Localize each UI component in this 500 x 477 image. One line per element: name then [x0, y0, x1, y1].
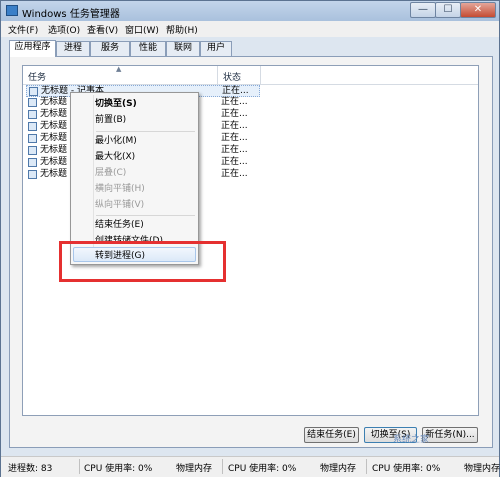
close-button[interactable]: ✕: [460, 2, 496, 18]
tab-applications[interactable]: 应用程序: [9, 40, 56, 57]
column-label-status: 状态: [223, 73, 242, 83]
window-icon: [28, 110, 37, 119]
window-icon: [28, 122, 37, 131]
column-header-status[interactable]: 状态: [218, 66, 261, 84]
status-separator: [79, 459, 80, 474]
status-bar: 进程数: 83 CPU 使用率: 0% 物理内存 CPU 使用率: 0% 物理内…: [1, 456, 500, 477]
window-icon: [29, 87, 38, 96]
title-bar[interactable]: Windows 任务管理器 — ☐ ✕: [1, 1, 499, 21]
menu-bar: 文件(F) 选项(O) 查看(V) 窗口(W) 帮助(H): [1, 21, 499, 37]
menu-help[interactable]: 帮助(H): [166, 23, 198, 36]
tab-services[interactable]: 服务: [90, 41, 130, 56]
window-icon: [28, 158, 37, 167]
new-task-button[interactable]: 新任务(N)...: [422, 427, 478, 443]
task-status: 正在...: [221, 133, 248, 143]
watermark: 系统之家: [393, 435, 430, 445]
menu-item-bring-to-front[interactable]: 前置(B): [95, 114, 126, 126]
status-memory: 物理内存: [320, 464, 357, 474]
task-name: 无标题: [40, 109, 68, 119]
context-menu: 切换至(S) 前置(B) 最小化(M) 最大化(X) 层叠(C) 横向平铺(H)…: [70, 92, 199, 265]
task-status: 正在...: [221, 109, 248, 119]
menu-item-cascade: 层叠(C): [95, 168, 127, 178]
tab-users[interactable]: 用户: [200, 41, 232, 56]
task-manager-icon: [6, 5, 18, 16]
status-cpu-usage: CPU 使用率: 0%: [372, 464, 441, 474]
status-cpu-usage: CPU 使用率: 0%: [228, 464, 297, 474]
list-header: ▲ 任务 状态: [23, 65, 478, 85]
task-name: 无标题: [40, 157, 68, 167]
task-status: 正在...: [221, 97, 248, 107]
menu-options[interactable]: 选项(O): [48, 23, 80, 36]
status-cpu-usage: CPU 使用率: 0%: [84, 464, 153, 474]
status-separator: [366, 459, 367, 474]
menu-item-end-task[interactable]: 结束任务(E): [95, 219, 144, 231]
window-title: Windows 任务管理器: [22, 9, 120, 20]
task-status: 正在...: [222, 86, 249, 96]
window-icon: [28, 146, 37, 155]
column-label-task: 任务: [28, 73, 47, 83]
menu-separator: [96, 131, 195, 132]
menu-item-minimize[interactable]: 最小化(M): [95, 135, 137, 147]
menu-gutter: [93, 95, 94, 262]
window-icon: [28, 170, 37, 179]
task-status: 正在...: [221, 145, 248, 155]
tab-networking[interactable]: 联网: [166, 41, 200, 56]
task-status: 正在...: [221, 157, 248, 167]
task-status: 正在...: [221, 121, 248, 131]
task-name: 无标题: [40, 97, 68, 107]
menu-file[interactable]: 文件(F): [8, 23, 38, 36]
task-manager-window: Windows 任务管理器 — ☐ ✕ 文件(F) 选项(O) 查看(V) 窗口…: [0, 0, 500, 477]
menu-window[interactable]: 窗口(W): [125, 23, 159, 36]
menu-item-tile-vertically: 纵向平铺(V): [95, 200, 145, 210]
tab-processes[interactable]: 进程: [56, 41, 90, 56]
status-memory: 物理内存: [176, 464, 213, 474]
menu-item-maximize[interactable]: 最大化(X): [95, 151, 135, 163]
status-memory: 物理内存: [464, 464, 500, 474]
tab-performance[interactable]: 性能: [130, 41, 166, 56]
menu-item-tile-horizontally: 横向平铺(H): [95, 184, 145, 194]
task-name: 无标题: [40, 169, 68, 179]
maximize-button[interactable]: ☐: [435, 2, 461, 18]
menu-item-switch-to[interactable]: 切换至(S): [95, 98, 137, 110]
column-header-task[interactable]: ▲ 任务: [23, 65, 218, 84]
task-name: 无标题: [40, 121, 68, 131]
task-name: 无标题: [40, 133, 68, 143]
sort-ascending-icon: ▲: [116, 65, 122, 73]
status-separator: [222, 459, 223, 474]
menu-view[interactable]: 查看(V): [87, 23, 118, 36]
annotation-highlight-box: [59, 241, 226, 282]
task-name: 无标题: [40, 145, 68, 155]
menu-separator: [96, 215, 195, 216]
window-icon: [28, 98, 37, 107]
status-process-count: 进程数: 83: [8, 464, 53, 474]
minimize-button[interactable]: —: [410, 2, 436, 18]
task-status: 正在...: [221, 169, 248, 179]
window-icon: [28, 134, 37, 143]
end-task-button[interactable]: 结束任务(E): [304, 427, 359, 443]
